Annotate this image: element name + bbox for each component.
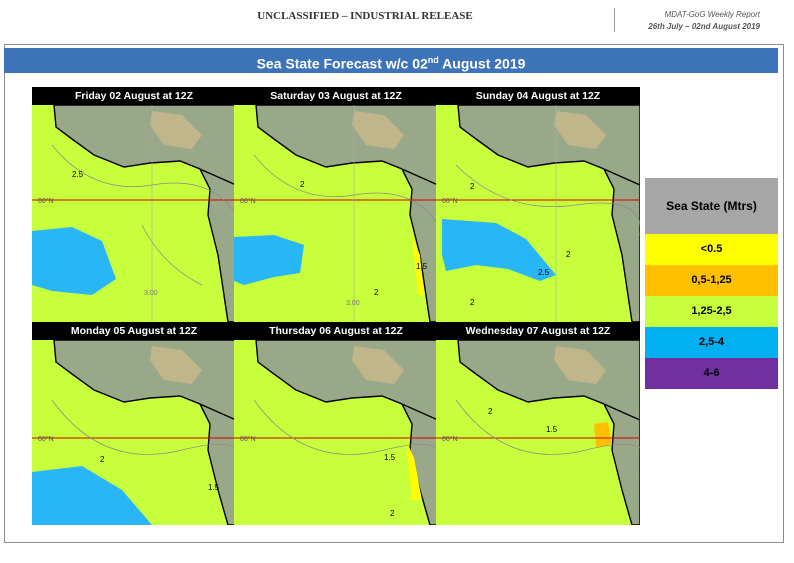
forecast-title: Sea State Forecast w/c 02nd August 2019 <box>4 48 778 73</box>
contour-label: 2 <box>390 509 395 518</box>
equator-label: 00°N <box>442 435 458 443</box>
legend-row: 0,5-1,25 <box>645 265 778 296</box>
contour-label: 2.5 <box>72 170 84 179</box>
equator-label: 00°N <box>38 435 54 443</box>
equator-label: 00°N <box>442 197 458 205</box>
legend-title: Sea State (Mtrs) <box>645 178 778 234</box>
equator-label: 00°N <box>38 197 54 205</box>
forecast-map: 00°N 2 2 1.5 3.00 <box>234 105 438 322</box>
panel-label: Monday 05 August at 12Z <box>32 322 236 340</box>
legend-row: <0.5 <box>645 234 778 265</box>
legend-row: 2,5-4 <box>645 327 778 358</box>
contour-label: 2 <box>100 455 105 464</box>
equator-label: 00°N <box>240 435 256 443</box>
panel-label: Saturday 03 August at 12Z <box>234 87 438 105</box>
forecast-panel-thursday: Thursday 06 August at 12Z 00°N 1.5 2 <box>234 322 438 525</box>
contour-label: 1.5 <box>546 425 558 434</box>
panel-label: Friday 02 August at 12Z <box>32 87 236 105</box>
legend-row: 4-6 <box>645 358 778 389</box>
report-header-classification: UNCLASSIFIED – INDUSTRIAL RELEASE <box>257 10 473 22</box>
meridian-label: 3.00 <box>346 300 360 307</box>
forecast-map: 00°N 2.5 3.00 <box>32 105 236 322</box>
contour-label: 2 <box>566 250 571 259</box>
panel-label: Wednesday 07 August at 12Z <box>436 322 640 340</box>
forecast-map: 00°N 2 2.5 2 2 <box>436 105 640 322</box>
contour-label: 2 <box>374 288 379 297</box>
legend-row: 1,25-2,5 <box>645 296 778 327</box>
contour-label: 1.5 <box>384 453 396 462</box>
contour-label: 2.5 <box>538 268 550 277</box>
contour-label: 2 <box>470 298 475 307</box>
contour-label: 2 <box>488 407 493 416</box>
equator-label: 00°N <box>240 197 256 205</box>
forecast-panel-sunday: Sunday 04 August at 12Z 00°N 2 2.5 2 2 <box>436 87 640 322</box>
report-title: MDAT-GoG Weekly Report <box>664 10 760 19</box>
forecast-map: 00°N 1.5 2 <box>234 340 438 525</box>
report-header-meta: MDAT-GoG Weekly Report 26th July – 02nd … <box>648 9 760 33</box>
contour-label: 2 <box>470 182 475 191</box>
forecast-panel-monday: Monday 05 August at 12Z 00°N 2 1.5 <box>32 322 236 525</box>
contour-label: 1.5 <box>416 262 428 271</box>
forecast-map: 00°N 2 1.5 <box>436 340 640 525</box>
forecast-panel-wednesday: Wednesday 07 August at 12Z 00°N 2 1.5 <box>436 322 640 525</box>
forecast-panel-saturday: Saturday 03 August at 12Z 00°N 2 2 1.5 3… <box>234 87 438 322</box>
contour-label: 1.5 <box>208 483 220 492</box>
report-period: 26th July – 02nd August 2019 <box>648 22 760 31</box>
header-separator <box>614 8 615 32</box>
panel-label: Sunday 04 August at 12Z <box>436 87 640 105</box>
sea-state-legend: Sea State (Mtrs) <0.5 0,5-1,25 1,25-2,5 … <box>645 178 778 389</box>
forecast-map: 00°N 2 1.5 <box>32 340 236 525</box>
forecast-panel-friday: Friday 02 August at 12Z 00°N 2.5 3.00 <box>32 87 236 322</box>
panel-label: Thursday 06 August at 12Z <box>234 322 438 340</box>
meridian-label: 3.00 <box>144 290 158 297</box>
contour-label: 2 <box>300 180 305 189</box>
